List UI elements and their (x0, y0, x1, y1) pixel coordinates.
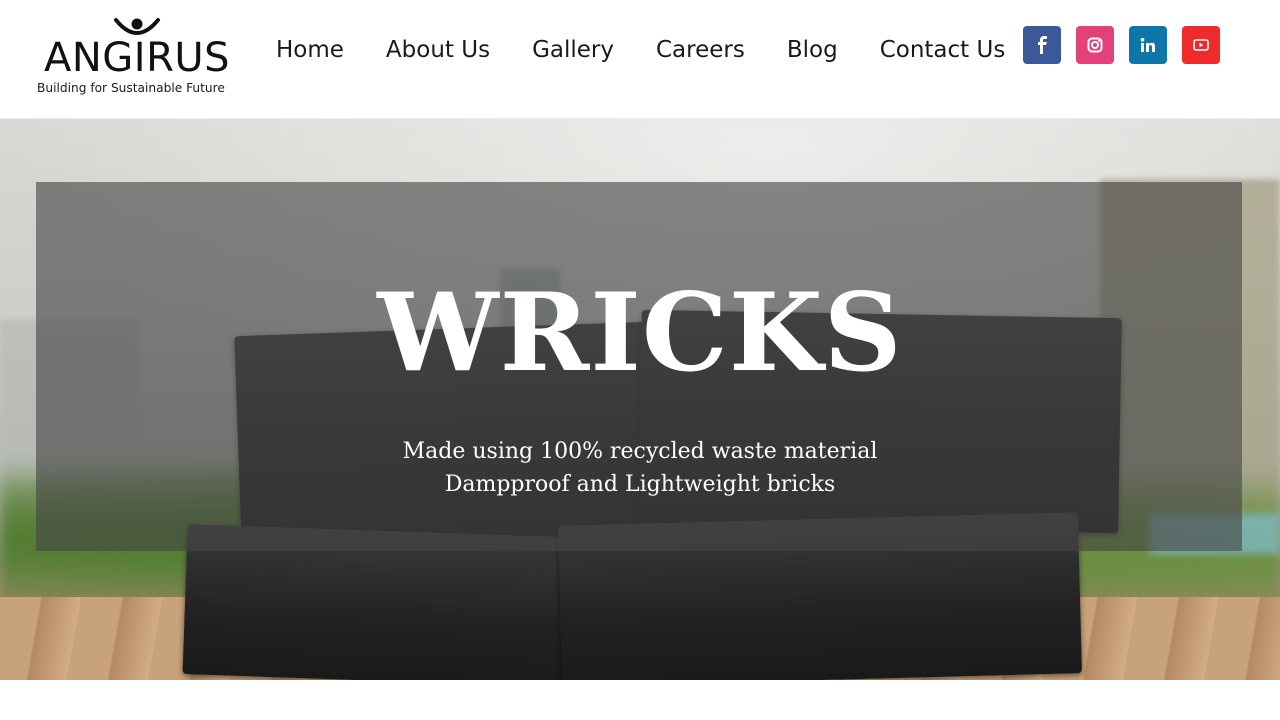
nav-gallery[interactable]: Gallery (532, 34, 614, 66)
linkedin-icon (1140, 38, 1155, 52)
hero-title: WRICKS (377, 270, 903, 396)
nav-contact-us[interactable]: Contact Us (880, 34, 1006, 66)
brand-name: ANGIRUS (44, 35, 231, 81)
youtube-button[interactable] (1182, 26, 1220, 64)
hero-banner: WRICKS Made using 100% recycled waste ma… (0, 119, 1280, 680)
linkedin-button[interactable] (1129, 26, 1167, 64)
social-links (1023, 26, 1220, 64)
nav-careers[interactable]: Careers (656, 34, 745, 66)
site-header: ANGIRUS Building for Sustainable Future … (0, 0, 1280, 119)
hero-subtitle-2: Dampproof and Lightweight bricks (444, 472, 836, 497)
nav-home[interactable]: Home (276, 34, 344, 66)
nav-blog[interactable]: Blog (787, 34, 838, 66)
facebook-button[interactable] (1023, 26, 1061, 64)
main-nav: Home About Us Gallery Careers Blog Conta… (276, 34, 1005, 66)
youtube-icon (1193, 39, 1209, 51)
brand-tagline: Building for Sustainable Future (37, 81, 225, 95)
facebook-icon (1038, 36, 1047, 54)
nav-about-us[interactable]: About Us (386, 34, 490, 66)
brand-logo[interactable]: ANGIRUS Building for Sustainable Future (34, 14, 244, 100)
hero-subtitle-1: Made using 100% recycled waste material (402, 439, 878, 464)
instagram-icon (1087, 37, 1103, 53)
instagram-button[interactable] (1076, 26, 1114, 64)
